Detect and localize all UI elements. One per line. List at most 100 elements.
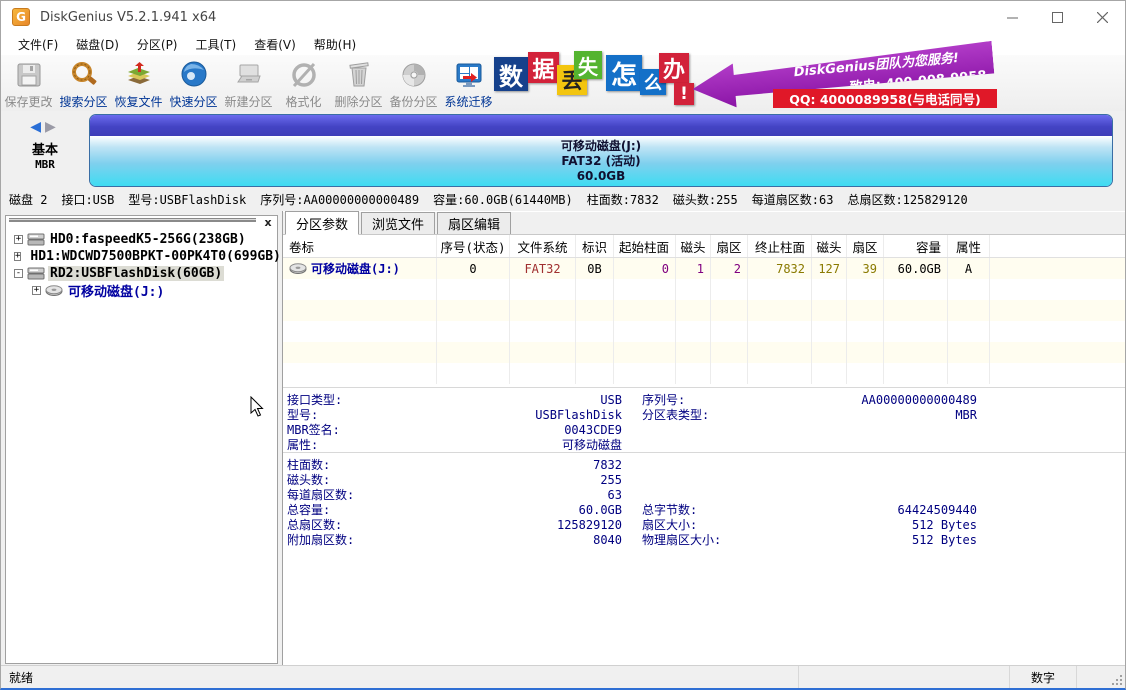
col-id: 标识 [576, 235, 614, 257]
menu-disk[interactable]: 磁盘(D) [67, 34, 128, 55]
disk-interface: 接口:USB [61, 191, 114, 208]
table-empty-row [283, 363, 1125, 384]
maximize-button[interactable] [1035, 1, 1080, 33]
removable-disk-icon [27, 267, 45, 281]
status-bar: 就绪 数字 [1, 665, 1125, 688]
banner-tile: 办 [659, 53, 689, 83]
tab-partition-params[interactable]: 分区参数 [285, 211, 359, 235]
cell-start-head: 1 [676, 258, 711, 279]
detail-value: 8040 [407, 533, 622, 547]
detail-value: 7832 [407, 458, 622, 472]
search-partition-button[interactable]: 搜索分区 [56, 55, 111, 111]
search-magnifier-icon [68, 59, 100, 91]
menu-partition[interactable]: 分区(P) [128, 34, 187, 55]
detail-label: 分区表类型: [642, 406, 782, 423]
partition-block[interactable]: 可移动磁盘(J:) FAT32 (活动) 60.0GB [90, 136, 1112, 186]
tree-item-hd0[interactable]: + HD0:faspeedK5-256G(238GB) [6, 231, 277, 248]
system-migrate-button[interactable]: 系统迁移 [441, 55, 496, 111]
tree-item-removable-j[interactable]: + 可移动磁盘(J:) [6, 282, 277, 299]
expand-icon[interactable]: + [14, 235, 23, 244]
disk-sectors-per-track: 每道扇区数:63 [752, 191, 834, 208]
tab-sector-edit[interactable]: 扇区编辑 [437, 212, 511, 234]
col-start-head: 磁头 [676, 235, 711, 257]
banner-tile: ! [674, 83, 694, 105]
recover-files-icon [123, 59, 155, 91]
collapse-icon[interactable]: - [14, 269, 23, 278]
partition-table-header: 卷标 序号(状态) 文件系统 标识 起始柱面 磁头 扇区 终止柱面 磁头 扇区 … [283, 235, 1125, 258]
detail-value: 60.0GB [407, 503, 622, 517]
quick-partition-button[interactable]: 快速分区 [166, 55, 221, 111]
detail-value: 0043CDE9 [407, 423, 622, 437]
tree-item-rd2[interactable]: - RD2:USBFlashDisk(60GB) [6, 265, 277, 282]
detail-value: AA00000000000489 [782, 393, 977, 407]
ad-banner[interactable]: 数 据 丢 失 怎 么 办 ! DiskGenius团队为您服务! 致电: 40… [494, 51, 1001, 108]
search-partition-label: 搜索分区 [59, 93, 107, 110]
close-button[interactable] [1080, 1, 1125, 33]
cell-capacity: 60.0GB [884, 258, 948, 279]
detail-value: 255 [407, 473, 622, 487]
quick-partition-icon [178, 59, 210, 91]
disk-info-line: 磁盘 2 接口:USB 型号:USBFlashDisk 序列号:AA000000… [1, 188, 1125, 212]
tree-panel-grip[interactable] [9, 218, 256, 227]
cell-end-cylinder: 7832 [748, 258, 812, 279]
menu-tools[interactable]: 工具(T) [187, 34, 246, 55]
recover-files-button[interactable]: 恢复文件 [111, 55, 166, 111]
format-label: 格式化 [285, 93, 321, 110]
partition-icon [289, 263, 307, 275]
disk-cylinders: 柱面数:7832 [587, 191, 659, 208]
tree-item-label: RD2:USBFlashDisk(60GB) [48, 266, 224, 281]
nav-prev-disk-icon[interactable]: ◀ [30, 119, 45, 135]
col-index-status: 序号(状态) [437, 235, 510, 257]
nav-next-disk-icon[interactable]: ▶ [45, 119, 60, 135]
detail-value: 512 Bytes [782, 518, 977, 532]
menu-help[interactable]: 帮助(H) [305, 34, 365, 55]
partition-name: 可移动磁盘(J:) [561, 139, 641, 154]
table-empty-row [283, 342, 1125, 363]
partition-volume: 可移动磁盘(J:) [283, 258, 437, 279]
backup-partition-label: 备份分区 [389, 93, 437, 110]
table-empty-row [283, 279, 1125, 300]
partition-fs-status: FAT32 (活动) [561, 154, 640, 169]
delete-partition-button[interactable]: 删除分区 [331, 55, 386, 111]
detail-value: 可移动磁盘 [407, 436, 622, 453]
cell-file-system: FAT32 [510, 258, 576, 279]
format-icon [288, 59, 320, 91]
status-right [1077, 666, 1125, 688]
new-partition-button[interactable]: 新建分区 [221, 55, 276, 111]
expand-icon[interactable]: + [32, 286, 41, 295]
cell-attribute: A [948, 258, 990, 279]
partition-table: 卷标 序号(状态) 文件系统 标识 起始柱面 磁头 扇区 终止柱面 磁头 扇区 … [283, 235, 1125, 384]
format-button[interactable]: 格式化 [276, 55, 331, 111]
tab-browse-files[interactable]: 浏览文件 [361, 212, 435, 234]
partition-icon [45, 285, 63, 297]
col-volume: 卷标 [283, 235, 437, 257]
disk-partition-bar[interactable]: 可移动磁盘(J:) FAT32 (活动) 60.0GB [89, 114, 1113, 187]
menu-view[interactable]: 查看(V) [245, 34, 305, 55]
cell-start-sector: 2 [711, 258, 748, 279]
window-title: DiskGenius V5.2.1.941 x64 [40, 10, 216, 25]
detail-value: 64424509440 [782, 503, 977, 517]
partition-size: 60.0GB [577, 169, 626, 184]
disk-heads: 磁头数:255 [673, 191, 738, 208]
floppy-save-icon [13, 59, 45, 91]
resize-grip[interactable] [1111, 674, 1123, 686]
minimize-button[interactable] [990, 1, 1035, 33]
tree-item-label: HD0:faspeedK5-256G(238GB) [48, 232, 248, 247]
menu-file[interactable]: 文件(F) [9, 34, 67, 55]
disk-tree-panel: x + HD0:faspeedK5-256G(238GB) + HD1:WDCW… [5, 215, 278, 664]
detail-value: USBFlashDisk [407, 408, 622, 422]
new-partition-icon [233, 59, 265, 91]
tree-panel-close-icon[interactable]: x [262, 217, 274, 229]
tree-item-hd1[interactable]: + HD1:WDCWD7500BPKT-00PK4T0(699GB) [6, 248, 277, 265]
save-changes-button[interactable]: 保存更改 [1, 55, 56, 111]
col-end-cylinder: 终止柱面 [748, 235, 812, 257]
disk-model: 型号:USBFlashDisk [128, 191, 246, 208]
backup-partition-button[interactable]: 备份分区 [386, 55, 441, 111]
expand-icon[interactable]: + [14, 252, 21, 261]
status-middle [799, 666, 1010, 688]
partition-row[interactable]: 可移动磁盘(J:) 0 FAT32 0B 0 1 2 7832 127 39 6… [283, 258, 1125, 279]
detail-value: 63 [407, 488, 622, 502]
delete-partition-label: 删除分区 [334, 93, 382, 110]
cell-index-status: 0 [437, 258, 510, 279]
col-start-sector: 扇区 [711, 235, 748, 257]
